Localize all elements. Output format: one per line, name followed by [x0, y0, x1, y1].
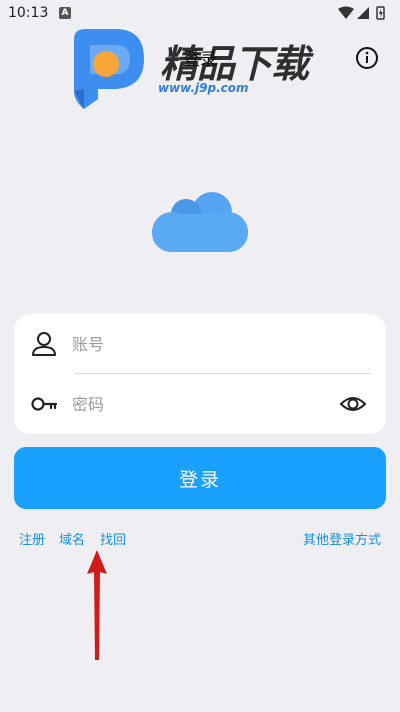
status-bar: 10:13 A — [0, 0, 400, 26]
info-icon[interactable] — [355, 46, 379, 70]
login-form-card — [14, 314, 386, 434]
wifi-icon — [338, 6, 354, 19]
show-password-eye-icon[interactable] — [339, 392, 367, 416]
login-button[interactable]: 登录 — [14, 447, 386, 509]
domain-link[interactable]: 域名 — [59, 529, 85, 548]
signal-icon — [357, 7, 369, 19]
password-input[interactable] — [72, 389, 312, 419]
user-icon — [32, 332, 56, 356]
other-login-link[interactable]: 其他登录方式 — [303, 529, 381, 548]
account-input[interactable] — [72, 329, 312, 359]
notification-a-icon: A — [59, 7, 71, 19]
key-icon — [31, 397, 58, 411]
status-icons — [338, 6, 385, 20]
recover-link[interactable]: 找回 — [100, 529, 126, 548]
cloud-logo-icon — [152, 192, 248, 252]
password-row — [14, 374, 386, 434]
status-time: 10:13 — [8, 5, 49, 21]
account-row — [14, 314, 386, 374]
register-link[interactable]: 注册 — [19, 529, 45, 548]
page-title: 登录 — [183, 50, 217, 70]
watermark-url: www.j9p.com — [158, 81, 249, 95]
annotation-arrow-icon — [87, 550, 107, 660]
